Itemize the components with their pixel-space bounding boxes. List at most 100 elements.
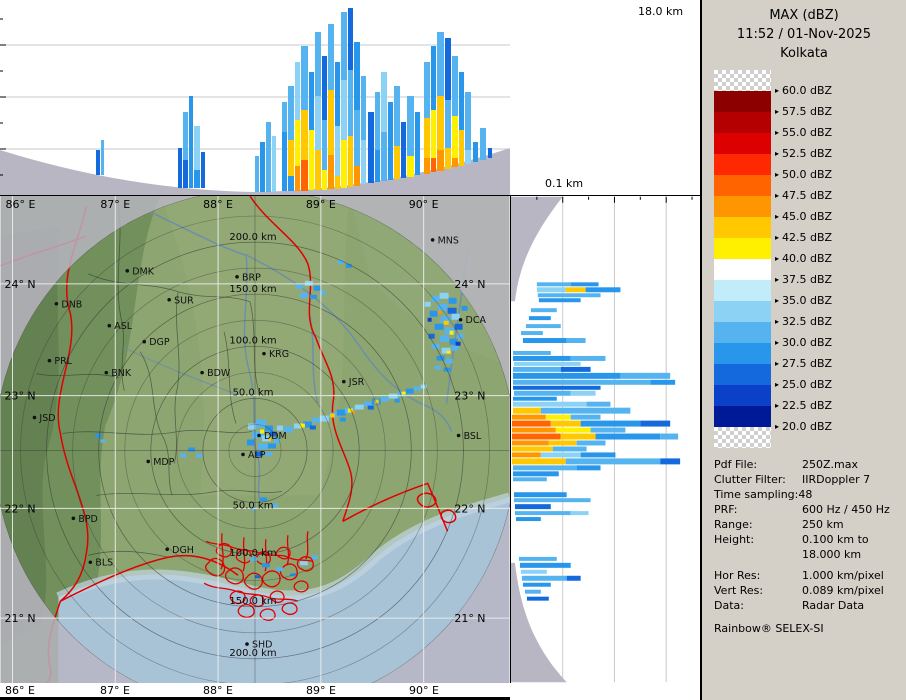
- longitude-label-bottom: 86° E: [5, 684, 35, 697]
- longitude-label-top: 86° E: [6, 198, 36, 211]
- scale-label-text: 57.5 dBZ: [782, 105, 833, 118]
- scale-label-text: 27.5 dBZ: [782, 357, 833, 370]
- profile-bar-segment: [512, 477, 547, 482]
- scale-label-text: 52.5 dBZ: [782, 147, 833, 160]
- latitude-label-left: 21° N: [5, 612, 36, 625]
- profile-bar-segment: [524, 589, 541, 594]
- range-ring-label: 150.0 km: [229, 284, 276, 295]
- info-row: Data: Radar Data: [714, 598, 906, 613]
- profile-bar-segment: [437, 96, 444, 150]
- profile-bar-segment: [545, 414, 571, 420]
- longitude-label-top: 89° E: [306, 198, 336, 211]
- profile-bar-segment: [465, 92, 471, 150]
- echo-cell: [95, 433, 102, 438]
- profile-bar-segment: [431, 158, 436, 172]
- scale-label-text: 32.5 dBZ: [782, 315, 833, 328]
- scale-tick-arrow-icon: ▸: [775, 149, 780, 158]
- scale-tick-arrow-icon: ▸: [775, 212, 780, 221]
- profile-bar-segment: [480, 128, 486, 160]
- profile-bar-segment: [301, 160, 308, 191]
- scale-label-text: 60.0 dBZ: [782, 84, 833, 97]
- scale-color-block: [714, 385, 771, 406]
- profile-bar-segment: [521, 575, 567, 581]
- info-key: Clutter Filter:: [714, 473, 786, 486]
- scale-tick-arrow-icon: ▸: [775, 359, 780, 368]
- scale-color-block: [714, 238, 771, 259]
- station-label: PRL: [54, 356, 72, 367]
- longitude-label-bottom: 90° E: [409, 684, 439, 697]
- profile-bar-segment: [511, 440, 549, 446]
- info-value: 600 Hz / 450 Hz: [802, 503, 890, 516]
- profile-bar-segment: [512, 350, 551, 355]
- profile-bar-segment: [295, 120, 300, 166]
- echo-cell: [264, 452, 272, 457]
- echo-cell: [429, 310, 438, 317]
- scale-label-text: 40.0 dBZ: [782, 252, 833, 265]
- echo-cell: [100, 439, 106, 443]
- profile-bar-segment: [178, 148, 182, 188]
- info-value: IIRDoppler 7: [802, 473, 871, 486]
- profile-bar-segment: [394, 86, 400, 146]
- profile-bar-segment: [520, 331, 543, 336]
- profile-bar-segment: [96, 150, 100, 175]
- station-marker: [142, 339, 147, 344]
- station-marker: [342, 379, 346, 384]
- profile-bar-segment: [513, 361, 581, 366]
- range-ring-label: 100.0 km: [229, 336, 276, 347]
- station-marker: [32, 415, 37, 420]
- scale-label: ▸ 50.0 dBZ: [775, 168, 832, 182]
- profile-bar-segment: [570, 511, 589, 516]
- station-marker: [71, 516, 76, 521]
- scale-label: ▸ 45.0 dBZ: [775, 210, 832, 224]
- product-timestamp: 11:52 / 01-Nov-2025: [736, 27, 872, 42]
- echo-cell: [309, 425, 316, 430]
- profile-bar-segment: [565, 287, 586, 293]
- station-marker: [88, 560, 93, 565]
- scale-tick-arrow-icon: ▸: [775, 170, 780, 179]
- info-row: Clutter Filter: IIRDoppler 7: [714, 472, 906, 487]
- profile-bar-segment: [580, 420, 641, 427]
- profile-bar-segment: [576, 465, 601, 471]
- profile-bar-segment: [401, 122, 406, 178]
- info-row: Range: 250 km: [714, 517, 906, 532]
- profile-bar-segment: [335, 126, 340, 176]
- info-value: 18.000 km: [802, 548, 862, 561]
- profile-bar-segment: [295, 62, 300, 120]
- profile-bar-segment: [522, 338, 567, 344]
- profile-bar-segment: [511, 452, 541, 458]
- longitude-label-bottom: 88° E: [203, 684, 233, 697]
- profile-bar-segment: [459, 72, 464, 130]
- echo-cell: [446, 350, 451, 354]
- longitude-label-bottom: 89° E: [306, 684, 336, 697]
- scale-label: ▸ 20.0 dBZ: [775, 420, 832, 434]
- height-axis-corner: 18.0 km 0.1 km: [510, 0, 700, 196]
- profile-bar-segment: [512, 465, 577, 471]
- profile-bar-segment: [515, 517, 541, 522]
- station-label: BDW: [207, 368, 231, 379]
- profile-bar-segment: [473, 142, 478, 162]
- scale-checker-block: [714, 427, 771, 448]
- profile-bar-segment: [560, 366, 591, 372]
- profile-bar-segment: [361, 76, 366, 140]
- profile-bar-segment: [282, 132, 287, 191]
- echo-cell: [401, 391, 406, 395]
- info-row: Vert Res: 0.089 km/pixel: [714, 583, 906, 598]
- profile-bar-segment: [566, 575, 581, 581]
- longitude-label-top: 90° E: [409, 198, 439, 211]
- profile-bar-segment: [424, 158, 430, 174]
- info-value: Radar Data: [802, 599, 865, 612]
- profile-bar-segment: [388, 102, 393, 180]
- scale-label-text: 42.5 dBZ: [782, 231, 833, 244]
- scale-label: ▸ 40.0 dBZ: [775, 252, 832, 266]
- profile-bar-segment: [288, 140, 294, 176]
- radar-map-svg: 86° E 87° E 88° E 89° E 90° E 24° N 24° N 23° N…: [0, 189, 516, 700]
- dbz-color-scale: ▸ 60.0 dBZ ▸ 57.5 dBZ ▸ 55.0 dBZ ▸ 52.5 dBZ ▸ 50.…: [714, 70, 906, 448]
- profile-bar-segment: [465, 150, 471, 164]
- scale-color-block: [714, 133, 771, 154]
- profile-bar-segment: [570, 355, 606, 361]
- longitude-axis-strip: 86° E 87° E 88° E 89° E 90° E: [0, 683, 510, 700]
- echo-cell: [394, 398, 400, 403]
- station-label: ASL: [114, 321, 132, 332]
- profile-bar-segment: [538, 298, 581, 303]
- radar-site-name: Kolkata: [780, 46, 828, 61]
